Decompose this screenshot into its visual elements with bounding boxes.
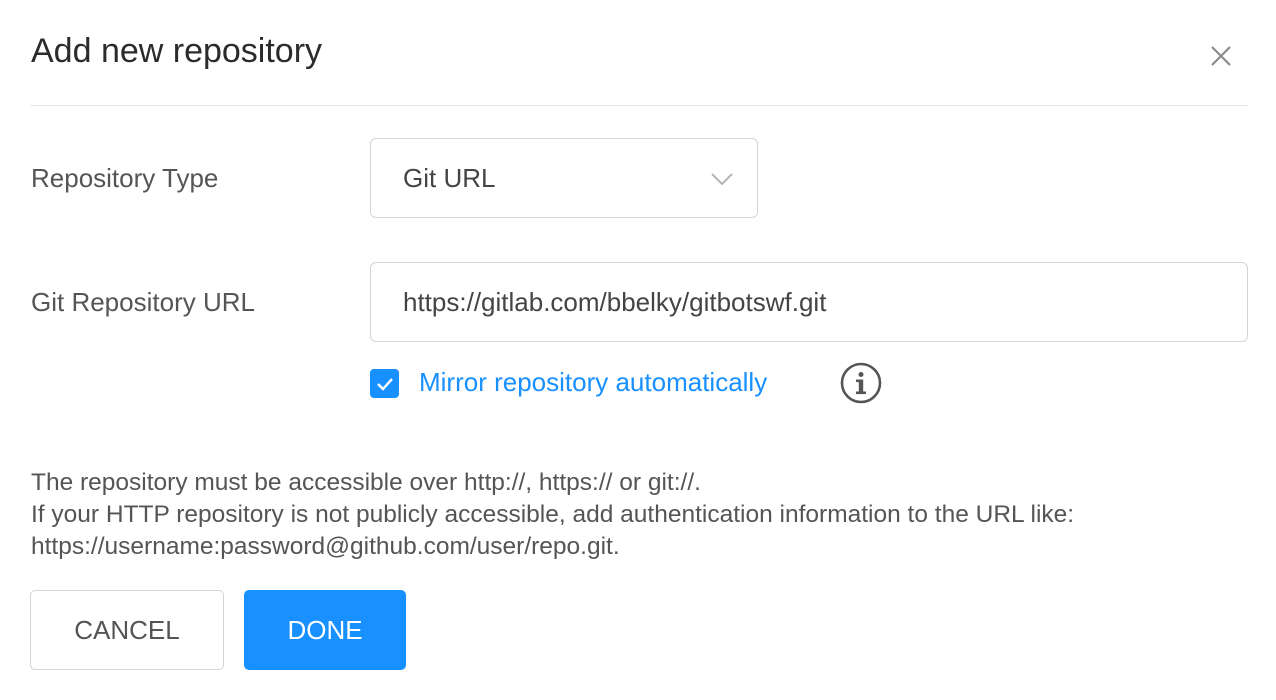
help-line-1: The repository must be accessible over h… <box>31 469 701 496</box>
chevron-down-icon <box>710 169 734 189</box>
repository-type-label: Repository Type <box>31 163 219 193</box>
mirror-label[interactable]: Mirror repository automatically <box>419 366 767 398</box>
checkmark-icon <box>376 377 393 391</box>
close-icon <box>1211 46 1231 66</box>
help-line-3: https://username:password@github.com/use… <box>31 533 620 560</box>
info-button[interactable] <box>840 362 882 404</box>
repository-type-select[interactable]: Git URL <box>370 138 758 218</box>
help-line-2: If your HTTP repository is not publicly … <box>31 501 1075 528</box>
header-divider <box>30 105 1248 106</box>
git-url-label: Git Repository URL <box>31 287 255 317</box>
dialog-title: Add new repository <box>31 32 323 70</box>
repository-type-value: Git URL <box>403 163 496 193</box>
close-button[interactable] <box>1203 38 1239 74</box>
cancel-button[interactable]: CANCEL <box>30 590 224 670</box>
done-button[interactable]: DONE <box>244 590 406 670</box>
git-url-input[interactable] <box>370 262 1248 342</box>
info-icon <box>840 362 882 404</box>
add-repository-dialog: Add new repository Repository Type Git U… <box>0 0 1276 700</box>
help-text: The repository must be accessible over h… <box>31 467 1074 563</box>
mirror-checkbox[interactable] <box>370 369 399 398</box>
